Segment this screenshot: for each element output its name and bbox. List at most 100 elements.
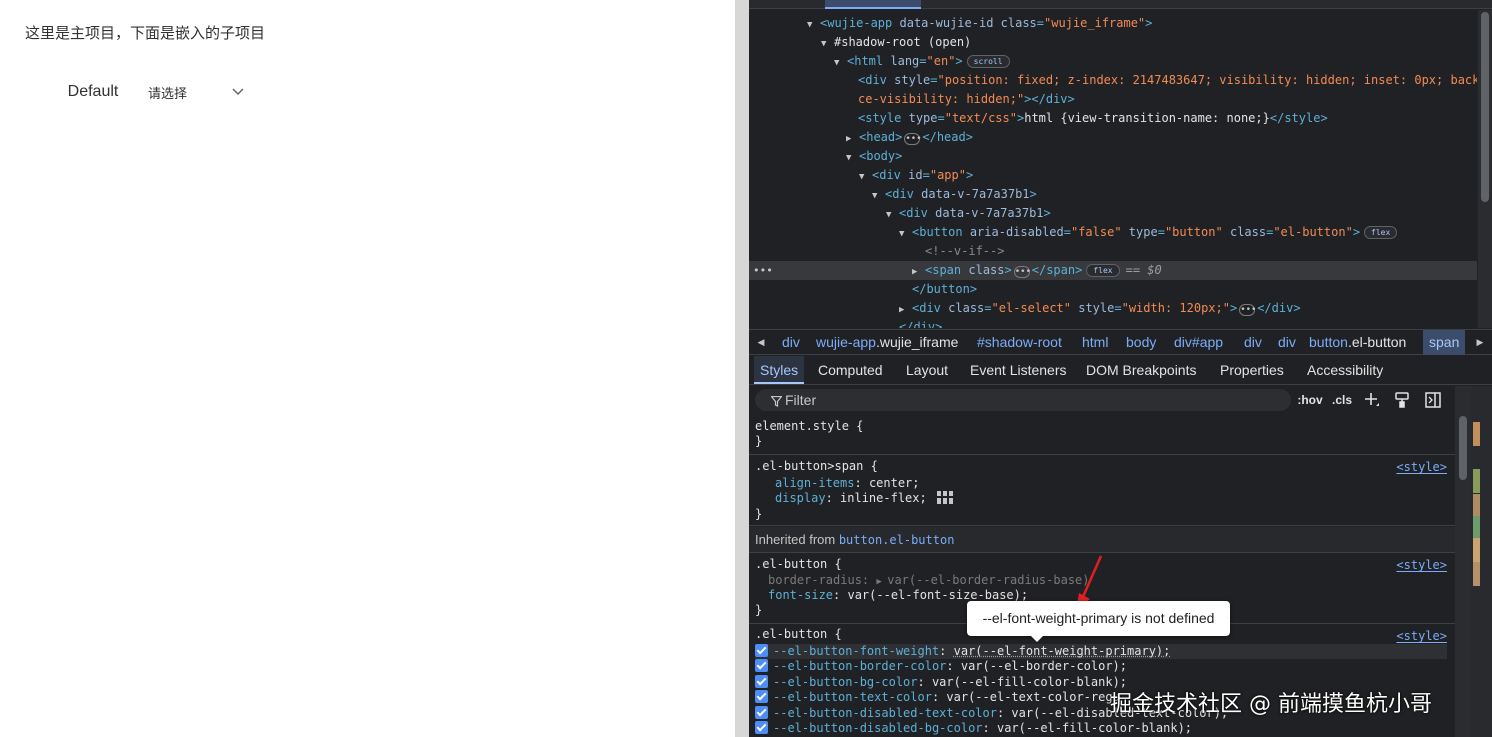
default-button-label: Default bbox=[68, 83, 119, 101]
rule-source-link[interactable]: <style> bbox=[1396, 629, 1447, 644]
declaration[interactable]: --el-button-font-weight: var(--el-font-w… bbox=[755, 644, 1447, 659]
select-placeholder: 请选择 bbox=[148, 83, 187, 102]
breadcrumb-item[interactable]: div bbox=[1272, 330, 1302, 355]
color-swatch bbox=[1473, 494, 1480, 518]
declaration-checkbox[interactable] bbox=[755, 690, 768, 703]
breadcrumb: ◀ div wujie-app.wujie_iframe #shadow-roo… bbox=[749, 329, 1492, 355]
flex-badge[interactable]: flex bbox=[1364, 226, 1397, 239]
cls-button[interactable]: .cls bbox=[1329, 390, 1355, 410]
color-swatch bbox=[1473, 562, 1480, 586]
ellipsis-icon[interactable]: ••• bbox=[1239, 304, 1255, 316]
tree-node-shadow-root[interactable]: ▼#shadow-root (open) bbox=[749, 33, 1477, 52]
rule-source-link[interactable]: <style> bbox=[1396, 460, 1447, 475]
tab-accessibility[interactable]: Accessibility bbox=[1301, 356, 1389, 384]
flex-badge[interactable]: flex bbox=[1086, 264, 1119, 277]
hov-button[interactable]: :hov bbox=[1297, 390, 1323, 410]
new-rule-plus-icon[interactable] bbox=[1363, 390, 1381, 410]
select-dropdown[interactable]: 请选择 bbox=[138, 76, 258, 108]
declaration[interactable]: --el-button-disabled-bg-color: var(--el-… bbox=[755, 721, 1192, 736]
watermark: 掘金技术社区 @ 前端摸鱼杭小哥 bbox=[1110, 686, 1432, 718]
tree-node-comment[interactable]: <!--v-if--> bbox=[749, 242, 1477, 261]
tree-node-style[interactable]: <style type="text/css">html {view-transi… bbox=[749, 109, 1477, 128]
breadcrumb-item[interactable]: body bbox=[1120, 330, 1162, 355]
rule-selector[interactable]: .el-button>span { bbox=[755, 459, 878, 474]
inherited-header: Inherited from button.el-button bbox=[749, 527, 1455, 553]
rule-source-link[interactable]: <style> bbox=[1396, 558, 1447, 573]
tree-node-body[interactable]: ▼<body> bbox=[749, 147, 1477, 166]
breadcrumb-item[interactable]: div bbox=[776, 330, 806, 355]
panel-splitter[interactable] bbox=[735, 0, 749, 737]
scrollbar-thumb[interactable] bbox=[1481, 12, 1489, 202]
tree-node-div-close[interactable]: </div> bbox=[749, 318, 1477, 328]
intro-text: 这里是主项目，下面是嵌入的子项目 bbox=[25, 22, 265, 43]
breadcrumb-item[interactable]: button.el-button bbox=[1303, 330, 1412, 355]
scroll-badge[interactable]: scroll bbox=[967, 55, 1010, 68]
tree-node-wujie-app[interactable]: ▼<wujie-app data-wujie-id class="wujie_i… bbox=[749, 14, 1477, 33]
rule-selector[interactable]: .el-button { bbox=[755, 627, 842, 642]
tree-node-span-selected[interactable]: ••• ▶<span class>•••</span>flex== $0 bbox=[749, 261, 1477, 280]
declaration-checkbox[interactable] bbox=[755, 721, 768, 734]
breadcrumb-item[interactable]: div bbox=[1238, 330, 1268, 355]
rule-selector[interactable]: element.style { bbox=[755, 419, 863, 434]
breadcrumb-item-current[interactable]: span bbox=[1423, 330, 1465, 355]
rule-element-style: element.style { } bbox=[749, 415, 1455, 455]
tree-node-div-style-cont[interactable]: ce-visibility: hidden;"></div> bbox=[749, 90, 1477, 109]
flexbox-editor-icon[interactable] bbox=[937, 491, 953, 504]
rule-close: } bbox=[755, 434, 762, 449]
tab-event-listeners[interactable]: Event Listeners bbox=[964, 356, 1073, 384]
tab-dom-breakpoints[interactable]: DOM Breakpoints bbox=[1080, 356, 1202, 384]
breadcrumb-right-arrow-icon[interactable]: ▶ bbox=[1468, 330, 1492, 355]
paint-brush-icon[interactable] bbox=[1394, 390, 1410, 410]
tree-node-button-close[interactable]: </button> bbox=[749, 280, 1477, 299]
declaration[interactable]: align-items: center; bbox=[775, 476, 920, 491]
breadcrumb-item[interactable]: #shadow-root bbox=[971, 330, 1068, 355]
inherited-label: Inherited from bbox=[755, 532, 835, 547]
tree-node-html[interactable]: ▼<html lang="en">scroll bbox=[749, 52, 1477, 71]
rule-selector[interactable]: .el-button { bbox=[755, 557, 842, 572]
chevron-down-icon bbox=[232, 85, 244, 97]
more-dots-icon[interactable]: ••• bbox=[753, 261, 773, 280]
default-button[interactable]: Default bbox=[52, 76, 134, 108]
filter-input[interactable] bbox=[785, 391, 1275, 409]
filter-icon bbox=[771, 396, 782, 407]
tree-node-div-style[interactable]: <div style="position: fixed; z-index: 21… bbox=[749, 71, 1477, 90]
elements-tab-active[interactable] bbox=[825, 0, 921, 9]
tree-node-head[interactable]: ▶<head>•••</head> bbox=[749, 128, 1477, 147]
scrollbar-thumb[interactable] bbox=[1459, 416, 1467, 480]
filter-box bbox=[755, 389, 1291, 411]
breadcrumb-item[interactable]: wujie-app.wujie_iframe bbox=[810, 330, 964, 355]
declaration-checkbox[interactable] bbox=[755, 644, 768, 657]
declaration[interactable]: --el-button-text-color: var(--el-text-co… bbox=[755, 690, 1120, 705]
tree-node-div-v2[interactable]: ▼<div data-v-7a7a37b1> bbox=[749, 204, 1477, 223]
ellipsis-icon[interactable]: ••• bbox=[1014, 266, 1030, 278]
tab-properties[interactable]: Properties bbox=[1214, 356, 1290, 384]
tab-layout[interactable]: Layout bbox=[900, 356, 954, 384]
tab-styles[interactable]: Styles bbox=[754, 356, 804, 384]
breadcrumb-item[interactable]: div#app bbox=[1168, 330, 1229, 355]
breadcrumb-item[interactable]: html bbox=[1076, 330, 1114, 355]
elements-tree: ▼<wujie-app data-wujie-id class="wujie_i… bbox=[749, 10, 1477, 328]
declaration[interactable]: --el-button-border-color: var(--el-borde… bbox=[755, 659, 1127, 674]
tree-node-div-v1[interactable]: ▼<div data-v-7a7a37b1> bbox=[749, 185, 1477, 204]
rule-el-button-vars: .el-button { <style> --el-button-font-we… bbox=[749, 625, 1455, 737]
ellipsis-icon[interactable]: ••• bbox=[904, 133, 920, 145]
declaration-inactive[interactable]: border-radius: ▶ var(--el-border-radius-… bbox=[768, 573, 1090, 588]
tree-node-div-app[interactable]: ▼<div id="app"> bbox=[749, 166, 1477, 185]
declaration-checkbox[interactable] bbox=[755, 659, 768, 672]
tree-node-div-select[interactable]: ▶<div class="el-select" style="width: 12… bbox=[749, 299, 1477, 318]
breadcrumb-left-arrow-icon[interactable]: ◀ bbox=[749, 330, 773, 355]
styles-scrollbar[interactable] bbox=[1455, 386, 1471, 737]
tree-node-button[interactable]: ▼<button aria-disabled="false" type="but… bbox=[749, 223, 1477, 242]
declaration-checkbox[interactable] bbox=[755, 675, 768, 688]
host-page: 这里是主项目，下面是嵌入的子项目 Default 请选择 bbox=[0, 0, 735, 737]
declaration[interactable]: display: inline-flex; bbox=[775, 491, 953, 506]
tab-computed[interactable]: Computed bbox=[812, 356, 889, 384]
tree-scrollbar[interactable] bbox=[1478, 10, 1492, 328]
devtools-top-tabs bbox=[749, 0, 1492, 9]
inherited-link[interactable]: button.el-button bbox=[839, 533, 955, 547]
declaration-checkbox[interactable] bbox=[755, 706, 768, 719]
computed-sidebar-strip bbox=[1471, 386, 1492, 737]
styles-toolbar: :hov .cls bbox=[749, 386, 1459, 414]
toggle-sidebar-icon[interactable] bbox=[1424, 390, 1442, 410]
declaration[interactable]: --el-button-bg-color: var(--el-fill-colo… bbox=[755, 675, 1127, 690]
